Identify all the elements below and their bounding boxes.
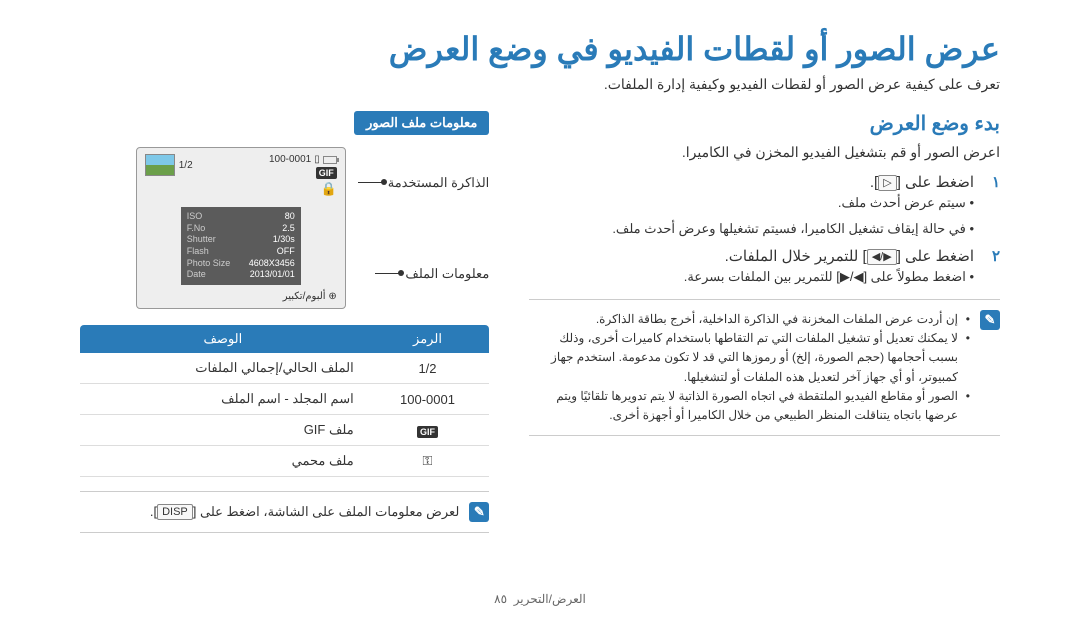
gif-badge-icon: GIF — [417, 426, 438, 438]
note-icon: ✎ — [980, 310, 1000, 330]
exif-overlay: ISO80 F.No2.5 Shutter1/30s FlashOFF Phot… — [181, 207, 301, 285]
symbol-cell: ⚿ — [366, 446, 490, 477]
step-2: ٢ اضغط على [◀/▶] للتمرير خلال الملفات. — [529, 247, 1000, 265]
note-item: الصور أو مقاطع الفيديو الملتقطة في اتجاه… — [529, 387, 970, 425]
note-icon: ✎ — [469, 502, 489, 522]
symbol-cell: 1/2 — [366, 353, 490, 384]
desc-cell: ملف GIF — [80, 415, 366, 446]
substep-1a: • سيتم عرض أحدث ملف. — [529, 195, 974, 211]
step-number: ١ — [984, 173, 1000, 191]
lock-icon: 🔒 — [321, 181, 337, 197]
label-memory: الذاكرة المستخدمة — [388, 175, 490, 191]
page-title: عرض الصور أو لقطات الفيديو في وضع العرض — [80, 30, 1000, 68]
table-header-desc: الوصف — [80, 325, 366, 353]
page-footer: العرض/التحرير ٨٥ — [0, 592, 1080, 606]
folder-number: 100-0001 — [269, 154, 311, 165]
symbol-table: الرمز الوصف 1/2 الملف الحالي/إجمالي المل… — [80, 325, 489, 477]
disp-note: ✎ لعرض معلومات الملف على الشاشة، اضغط عل… — [80, 491, 489, 533]
info-header: معلومات ملف الصور — [354, 111, 489, 135]
note-item: لا يمكنك تعديل أو تشغيل الملفات التي تم … — [529, 329, 970, 387]
play-button-icon: ▷ — [878, 175, 896, 191]
subtitle: تعرف على كيفية عرض الصور أو لقطات الفيدي… — [80, 76, 1000, 93]
section-title: بدء وضع العرض — [529, 111, 1000, 136]
gif-badge-icon: GIF — [316, 167, 337, 179]
disp-button: DISP — [157, 504, 193, 520]
file-counter: 1/2 — [179, 160, 193, 171]
note-box: ✎ إن أردت عرض الملفات المخزنة في الذاكرة… — [529, 299, 1000, 436]
intro-text: اعرض الصور أو قم بتشغيل الفيديو المخزن ف… — [529, 144, 1000, 161]
desc-cell: اسم المجلد - اسم الملف — [80, 384, 366, 415]
table-row: ⚿ ملف محمي — [80, 446, 489, 477]
desc-cell: ملف محمي — [80, 446, 366, 477]
label-fileinfo: معلومات الملف — [405, 266, 489, 282]
table-row: 100-0001 اسم المجلد - اسم الملف — [80, 384, 489, 415]
substep-1b: • في حالة إيقاف تشغيل الكاميرا، فسيتم تش… — [529, 221, 974, 237]
thumbnail-icon — [145, 154, 175, 176]
table-row: GIF ملف GIF — [80, 415, 489, 446]
desc-cell: الملف الحالي/إجمالي الملفات — [80, 353, 366, 384]
step-1: ١ اضغط على [▷]. — [529, 173, 1000, 191]
substep-2: • اضغط مطولاً على [◀/▶] للتمرير بين المل… — [529, 269, 974, 285]
table-header-symbol: الرمز — [366, 325, 490, 353]
lock-icon: ⚿ — [423, 453, 433, 469]
nav-buttons-icon: ◀/▶ — [867, 249, 897, 265]
memory-card-icon: ▯ — [314, 154, 320, 165]
note-item: إن أردت عرض الملفات المخزنة في الذاكرة ا… — [529, 310, 970, 329]
lcd-screen: 1/2 100-0001 ▯ GIF 🔒 — [136, 147, 346, 309]
lcd-diagram: الذاكرة المستخدمة معلومات الملف 1/2 100-… — [80, 147, 489, 309]
symbol-cell: 100-0001 — [366, 384, 490, 415]
zoom-icon: ⊕ — [328, 291, 336, 302]
symbol-cell: GIF — [366, 415, 490, 446]
battery-icon — [323, 156, 337, 164]
step-number: ٢ — [984, 247, 1000, 265]
table-row: 1/2 الملف الحالي/إجمالي الملفات — [80, 353, 489, 384]
